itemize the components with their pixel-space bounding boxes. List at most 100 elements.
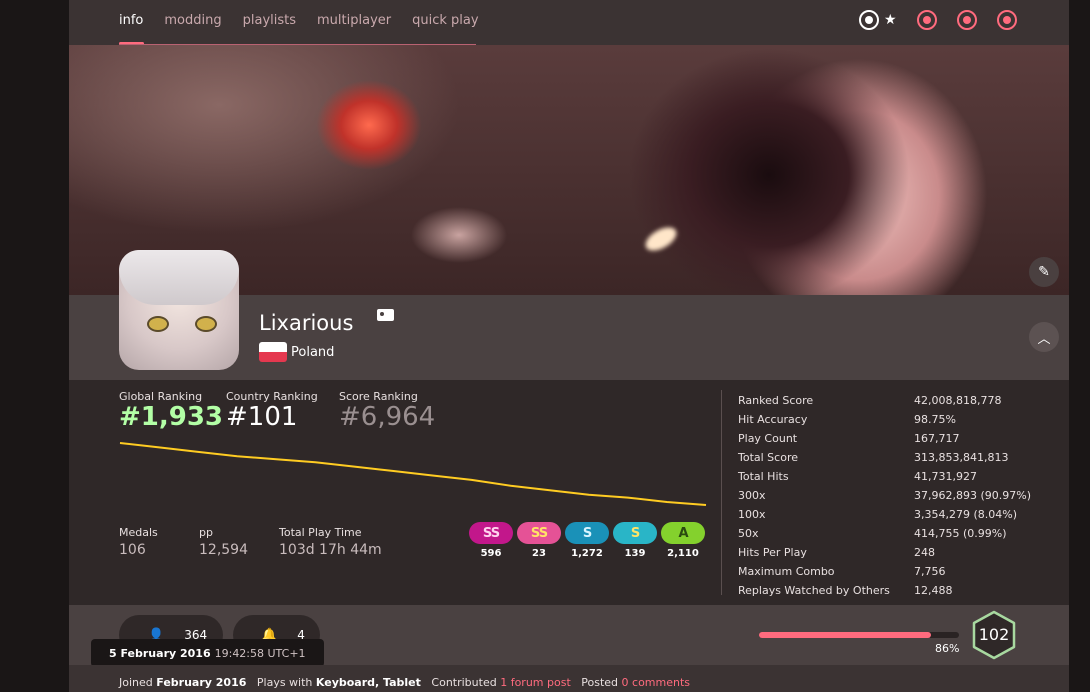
poland-flag-icon — [259, 342, 287, 362]
stat-value: 3,354,279 (8.04%) — [914, 508, 1018, 521]
score-ranking-value: #6,964 — [339, 402, 436, 432]
tab-modding[interactable]: modding — [164, 13, 221, 28]
taiko-mode-icon[interactable] — [916, 10, 937, 30]
stat-label: Ranked Score — [738, 394, 814, 407]
stat-value: 98.75% — [914, 413, 956, 426]
grade-ssh-count: 596 — [480, 548, 502, 559]
grade-ssh-badge: SS — [469, 522, 513, 544]
stat-value: 414,755 (0.99%) — [914, 527, 1007, 540]
stat-value: 7,756 — [914, 565, 946, 578]
grade-ss-badge: SS — [517, 522, 561, 544]
stat-50x: 50x 414,755 (0.99%) — [738, 524, 1031, 543]
default-mode-star-icon: ★ — [884, 12, 897, 28]
collapse-header-button[interactable]: ︿ — [1029, 322, 1059, 352]
tooltip-date: 5 February 2016 — [109, 646, 211, 660]
level-value: 102 — [978, 625, 1010, 644]
stat-label: Hit Accuracy — [738, 413, 808, 426]
stat-100x: 100x 3,354,279 (8.04%) — [738, 505, 1031, 524]
tab-playlists[interactable]: playlists — [243, 13, 296, 28]
grade-a-count: 2,110 — [667, 548, 699, 559]
stat-hits-per-play: Hits Per Play 248 — [738, 543, 1031, 562]
contributed-label: Contributed — [431, 676, 497, 689]
play-time-label: Total Play Time — [279, 526, 362, 539]
stat-hit-accuracy: Hit Accuracy 98.75% — [738, 410, 1031, 429]
medals-value: 106 — [119, 542, 146, 558]
stat-ranked-score: Ranked Score 42,008,818,778 — [738, 391, 1031, 410]
stat-300x: 300x 37,962,893 (90.97%) — [738, 486, 1031, 505]
profile-info-bar: Joined February 2016 Plays with Keyboard… — [69, 665, 1069, 692]
plays-with-label: Plays with — [256, 676, 313, 689]
stat-value: 41,731,927 — [914, 470, 977, 483]
stat-value: 42,008,818,778 — [914, 394, 1002, 407]
join-date-tooltip: 5 February 2016 19:42:58 UTC+1 — [91, 639, 324, 673]
stat-label: Replays Watched by Others — [738, 584, 890, 597]
stat-label: Hits Per Play — [738, 546, 807, 559]
joined-label: Joined — [119, 676, 153, 689]
plays-with-value: Keyboard, Tablet — [315, 676, 421, 689]
tab-multiplayer[interactable]: multiplayer — [317, 13, 391, 28]
stat-label: Total Score — [738, 451, 798, 464]
rank-history-chart[interactable] — [119, 440, 709, 512]
grade-sh-badge: S — [565, 522, 609, 544]
stats-panel: Global Ranking #1,933 Country Ranking #1… — [69, 380, 1069, 605]
grade-ss: SS 23 — [517, 522, 561, 559]
pp-label: pp — [199, 526, 213, 539]
country-name[interactable]: Poland — [291, 345, 334, 360]
grade-s-badge: S — [613, 522, 657, 544]
stat-value: 12,488 — [914, 584, 953, 597]
tooltip-time: 19:42:58 UTC+1 — [214, 646, 306, 660]
pencil-icon: ✎ — [1038, 264, 1050, 280]
pp-value: 12,594 — [199, 542, 248, 558]
tab-quick-play[interactable]: quick play — [412, 13, 478, 28]
stat-label: 100x — [738, 508, 766, 521]
detailed-stats: Ranked Score 42,008,818,778 Hit Accuracy 9… — [738, 391, 1031, 600]
grade-a-badge: A — [661, 522, 705, 544]
stats-divider — [721, 390, 722, 595]
catch-mode-icon[interactable] — [956, 10, 977, 30]
right-gutter — [1069, 0, 1090, 692]
profile-info-text: Joined February 2016 Plays with Keyboard… — [119, 676, 690, 689]
mania-mode-icon[interactable] — [996, 10, 1017, 30]
grade-ssh: SS 596 — [469, 522, 513, 559]
stat-label: Maximum Combo — [738, 565, 835, 578]
joined-value[interactable]: February 2016 — [156, 676, 246, 689]
user-card-icon[interactable] — [377, 309, 394, 321]
cover-highlight — [641, 222, 681, 256]
profile-tabs: info modding playlists multiplayer quick… — [119, 13, 479, 28]
stat-label: 300x — [738, 489, 766, 502]
level-progress-fill — [759, 632, 931, 638]
chevron-up-icon: ︿ — [1037, 331, 1051, 347]
level-progress-bar — [759, 632, 959, 638]
stat-total-score: Total Score 313,853,841,813 — [738, 448, 1031, 467]
grade-sh: S 1,272 — [565, 522, 609, 559]
edit-cover-button[interactable]: ✎ — [1029, 257, 1059, 287]
username: Lixarious — [259, 311, 354, 335]
stat-label: Play Count — [738, 432, 798, 445]
stat-value: 167,717 — [914, 432, 960, 445]
grade-sh-count: 1,272 — [571, 548, 603, 559]
country-ranking-value: #101 — [226, 402, 298, 432]
grade-a: A 2,110 — [661, 522, 705, 559]
posted-label: Posted — [581, 676, 619, 689]
forum-posts-link[interactable]: 1 forum post — [500, 676, 571, 689]
stat-max-combo: Maximum Combo 7,756 — [738, 562, 1031, 581]
stat-label: 50x — [738, 527, 759, 540]
grade-counts: SS 596 SS 23 S 1,272 S 139 A 2,110 — [469, 522, 705, 559]
medals-label: Medals — [119, 526, 158, 539]
left-gutter — [0, 0, 70, 692]
stat-replays-watched: Replays Watched by Others 12,488 — [738, 581, 1031, 600]
grade-s-count: 139 — [624, 548, 646, 559]
stat-total-hits: Total Hits 41,731,927 — [738, 467, 1031, 486]
comments-link[interactable]: 0 comments — [622, 676, 691, 689]
game-mode-switcher: ★ — [859, 10, 1017, 30]
level-progress-label: 86% — [935, 642, 960, 655]
play-time-value: 103d 17h 44m — [279, 542, 382, 558]
grade-ss-count: 23 — [532, 548, 546, 559]
rank-history-line — [119, 442, 707, 506]
tab-info[interactable]: info — [119, 13, 143, 28]
avatar — [119, 250, 239, 370]
osu-mode-icon[interactable] — [859, 10, 879, 30]
stat-play-count: Play Count 167,717 — [738, 429, 1031, 448]
profile-page: info modding playlists multiplayer quick… — [69, 0, 1069, 692]
stat-value: 248 — [914, 546, 935, 559]
